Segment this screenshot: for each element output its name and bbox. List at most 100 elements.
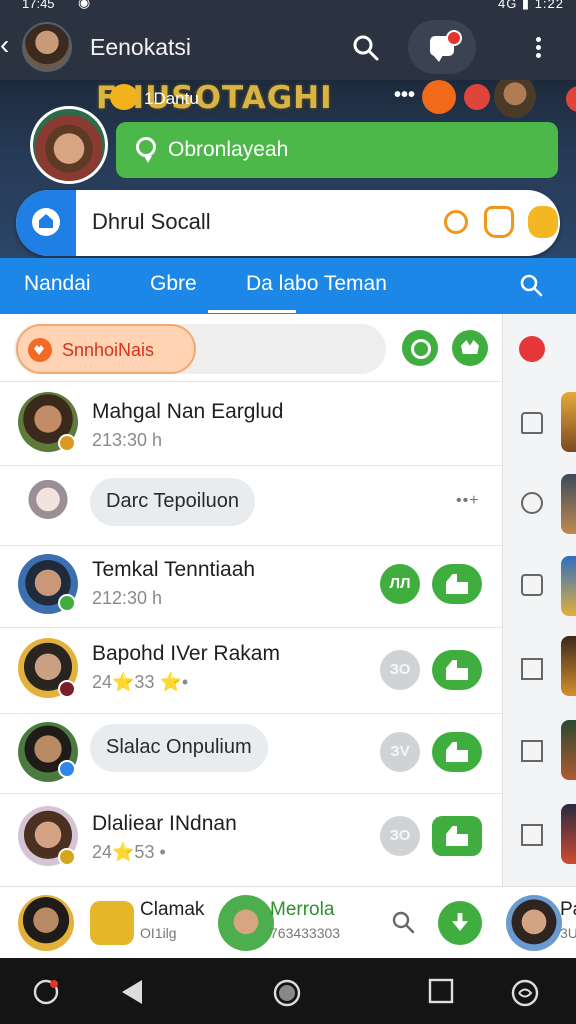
- banner-sub-label: 1Dantu: [144, 89, 199, 108]
- user-icon[interactable]: [521, 492, 543, 514]
- score-button[interactable]: ЗО: [380, 816, 420, 856]
- active-tab-indicator: [208, 310, 296, 313]
- bottom-name: Pa: [560, 899, 576, 920]
- like-button[interactable]: [432, 650, 482, 690]
- profile-avatar[interactable]: [30, 106, 108, 184]
- thumbnail[interactable]: [561, 636, 576, 696]
- game-icon[interactable]: [90, 901, 134, 945]
- badge-icon[interactable]: [528, 206, 558, 238]
- side-strip: [502, 314, 576, 886]
- page-title: Eenokatsi: [90, 34, 192, 60]
- status-time: 17:45: [22, 0, 55, 11]
- filter-chip[interactable]: SnnhoiNais: [16, 324, 196, 374]
- nav-home-icon[interactable]: [272, 978, 302, 1008]
- profile-name: Dhrul Socall: [92, 209, 211, 234]
- notification-badge: [446, 30, 462, 46]
- location-pin-icon: [136, 137, 156, 163]
- thumbnail[interactable]: [561, 556, 576, 616]
- search-icon[interactable]: [350, 32, 382, 64]
- more-icon[interactable]: [530, 34, 546, 64]
- hand-icon[interactable]: [484, 206, 514, 238]
- home-icon[interactable]: [521, 574, 543, 596]
- tab-nandai[interactable]: Nandai: [24, 272, 91, 296]
- filter-bar[interactable]: SnnhoiNais: [14, 324, 386, 374]
- list-item-meta: 212:30 h: [92, 588, 163, 608]
- banner-more-icon[interactable]: •••: [394, 84, 415, 107]
- list-item[interactable]: Temkal Tenntiaah 212:30 h ЛЛ: [0, 546, 502, 628]
- crown-filter-button[interactable]: [452, 330, 488, 366]
- home-icon[interactable]: [521, 412, 543, 434]
- crown-icon: [110, 84, 138, 110]
- list-item-name: Dlaliear INdnan: [92, 812, 237, 835]
- friend-list: SnnhoiNais Mahgal Nan Earglud 213:30 h D…: [0, 314, 502, 886]
- thumbnail[interactable]: [561, 720, 576, 780]
- key-icon[interactable]: [444, 210, 468, 234]
- list-item-name: Temkal Tenntiaah: [92, 558, 256, 581]
- gift-button[interactable]: [432, 564, 482, 604]
- bottom-name: Clamak: [140, 899, 205, 920]
- chat-button[interactable]: [408, 20, 476, 74]
- system-nav-bar: [0, 958, 576, 1024]
- avatar[interactable]: [506, 895, 562, 951]
- more-icon[interactable]: ••+: [456, 492, 480, 510]
- nav-recents-icon[interactable]: [428, 978, 454, 1004]
- score-button[interactable]: ЗО: [380, 650, 420, 690]
- location-button-label: Obronlayeah: [168, 138, 289, 161]
- list-item-meta: 213:30 h: [92, 430, 163, 450]
- search-icon[interactable]: [518, 272, 544, 298]
- thumbnail[interactable]: [561, 804, 576, 864]
- filter-row: SnnhoiNais: [0, 314, 502, 382]
- list-item[interactable]: Dlaliear INdnan 24⭐53 • ЗО: [0, 794, 502, 886]
- list-item[interactable]: Slalac Onpulium ЗV: [0, 714, 502, 794]
- back-icon[interactable]: ‹: [0, 31, 16, 59]
- bottom-strip: Clamak OI1ilg Merrola 763433303 Pa 3U: [0, 886, 576, 958]
- list-item-meta: 24⭐33 ⭐•: [92, 672, 189, 692]
- heart-icon: [28, 338, 52, 362]
- reaction-icon[interactable]: [464, 84, 490, 110]
- avatar[interactable]: [218, 895, 274, 951]
- bottom-sub: OI1ilg: [140, 925, 177, 941]
- tab-bar: Nandai Gbre Da labo Teman: [0, 258, 576, 314]
- tab-teman[interactable]: Da labo Teman: [246, 272, 387, 296]
- list-item[interactable]: Bapohd IVer Rakam 24⭐33 ⭐• ЗО: [0, 628, 502, 714]
- status-badge: [58, 434, 76, 452]
- list-item-meta: 24⭐53 •: [92, 842, 166, 862]
- checkbox-icon[interactable]: [521, 824, 543, 846]
- location-button[interactable]: Obronlayeah: [116, 122, 558, 178]
- app-header: ‹ Eenokatsi: [0, 14, 576, 80]
- score-button[interactable]: ЗV: [380, 732, 420, 772]
- status-badge: [58, 680, 76, 698]
- reaction-icon[interactable]: [566, 86, 576, 112]
- fire-icon[interactable]: [422, 80, 456, 114]
- verified-badge: [58, 760, 76, 778]
- home-icon[interactable]: [16, 190, 76, 256]
- like-button[interactable]: [432, 732, 482, 772]
- thumbnail[interactable]: [561, 474, 576, 534]
- avatar[interactable]: [18, 895, 74, 951]
- avatar[interactable]: [22, 22, 72, 72]
- status-bar: 17:45 ◉ 4G ▮ 1:22: [0, 0, 576, 14]
- checkbox-icon[interactable]: [521, 740, 543, 762]
- checkbox-icon[interactable]: [521, 658, 543, 680]
- heart-filter-button[interactable]: [402, 330, 438, 366]
- list-item[interactable]: Mahgal Nan Earglud 213:30 h: [0, 382, 502, 466]
- profile-title-card: Dhrul Socall: [16, 190, 560, 256]
- status-badge: [58, 848, 76, 866]
- list-item[interactable]: Darc Tepoiluon ••+: [0, 466, 502, 546]
- banner-person-avatar[interactable]: [494, 80, 536, 118]
- app-icon[interactable]: [32, 978, 60, 1006]
- edit-button[interactable]: [432, 816, 482, 856]
- assistant-icon[interactable]: [510, 978, 540, 1008]
- avatar: [22, 476, 74, 528]
- search-icon[interactable]: [390, 909, 416, 935]
- nav-back-icon[interactable]: [120, 978, 144, 1006]
- download-icon[interactable]: [438, 901, 482, 945]
- list-item-name: Bapohd IVer Rakam: [92, 642, 280, 665]
- bottom-sub: 763433303: [270, 925, 341, 941]
- thumbnail[interactable]: [561, 392, 576, 452]
- tab-gbre[interactable]: Gbre: [150, 272, 197, 296]
- filter-chip-label: SnnhoiNais: [62, 340, 155, 360]
- music-button[interactable]: ЛЛ: [380, 564, 420, 604]
- bottom-name: Merrola: [270, 899, 335, 920]
- flower-icon[interactable]: [519, 336, 545, 362]
